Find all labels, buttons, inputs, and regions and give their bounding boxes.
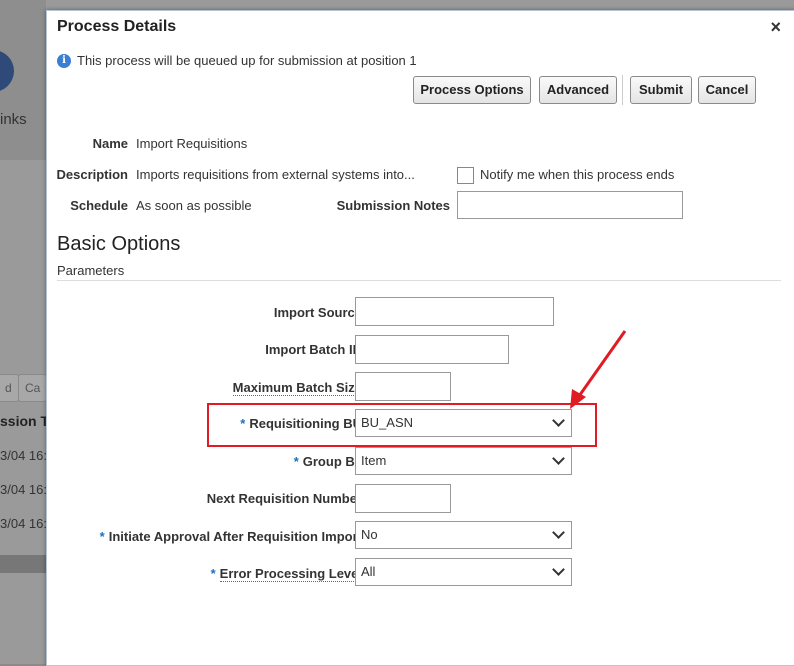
cancel-button[interactable]: Cancel [698, 76, 756, 104]
error-level-label: * Error Processing Level [210, 566, 362, 582]
highlight-box [207, 403, 597, 447]
error-level-select[interactable]: All [355, 558, 572, 586]
error-level-text: Error Processing Level [219, 566, 362, 582]
background-button: Ca [18, 374, 48, 402]
submission-notes-input[interactable] [457, 191, 683, 219]
import-batch-id-input[interactable] [355, 335, 509, 364]
info-message: i This process will be queued up for sub… [57, 53, 417, 68]
info-icon: i [57, 53, 71, 68]
import-batch-id-label: Import Batch ID [265, 342, 362, 357]
divider [57, 280, 781, 281]
schedule-label: Schedule [70, 198, 128, 213]
next-req-number-label: Next Requisition Number [206, 491, 362, 506]
schedule-value: As soon as possible [136, 198, 252, 213]
max-batch-size-input[interactable] [355, 372, 451, 401]
description-label: Description [56, 167, 128, 182]
error-level-value: All [361, 564, 376, 579]
chevron-down-icon [552, 526, 565, 539]
process-details-dialog: Process Details × i This process will be… [46, 10, 794, 666]
initiate-approval-text: Initiate Approval After Requisition Impo… [108, 529, 362, 544]
name-value: Import Requisitions [136, 136, 248, 151]
submit-button[interactable]: Submit [630, 76, 692, 104]
name-label: Name [92, 136, 128, 151]
parameters-heading: Parameters [57, 263, 125, 278]
required-icon: * [293, 454, 299, 469]
initiate-approval-label: * Initiate Approval After Requisition Imp… [100, 529, 362, 544]
dialog-title: Process Details [57, 18, 177, 35]
background-button: d [0, 374, 19, 402]
arrow-annotation [570, 330, 627, 409]
group-by-label: * Group By [294, 454, 362, 469]
section-title: Basic Options [57, 233, 181, 255]
info-text: This process will be queued up for submi… [77, 53, 417, 68]
required-icon: * [99, 529, 105, 544]
chevron-down-icon [552, 452, 565, 465]
close-icon[interactable]: × [770, 17, 781, 38]
max-batch-size-label: Maximum Batch Size [232, 380, 362, 396]
background-bar [0, 555, 46, 573]
divider [622, 75, 623, 105]
import-source-label: Import Source [273, 305, 362, 320]
notify-checkbox[interactable] [457, 167, 474, 184]
column-header: ssion T [0, 413, 50, 429]
group-by-select[interactable]: Item [355, 447, 572, 475]
group-by-value: Item [361, 453, 387, 468]
required-icon: * [210, 566, 216, 581]
links-label: inks [0, 111, 27, 128]
initiate-approval-value: No [361, 527, 378, 542]
import-source-input[interactable] [355, 297, 554, 326]
next-req-number-input[interactable] [355, 484, 451, 513]
process-options-button[interactable]: Process Options [413, 76, 531, 104]
group-by-text: Group By [302, 454, 362, 469]
chevron-down-icon [552, 563, 565, 576]
initiate-approval-select[interactable]: No [355, 521, 572, 549]
advanced-button[interactable]: Advanced [539, 76, 617, 104]
description-value: Imports requisitions from external syste… [136, 167, 415, 182]
notify-label: Notify me when this process ends [480, 167, 675, 182]
submission-notes-label: Submission Notes [336, 198, 450, 213]
